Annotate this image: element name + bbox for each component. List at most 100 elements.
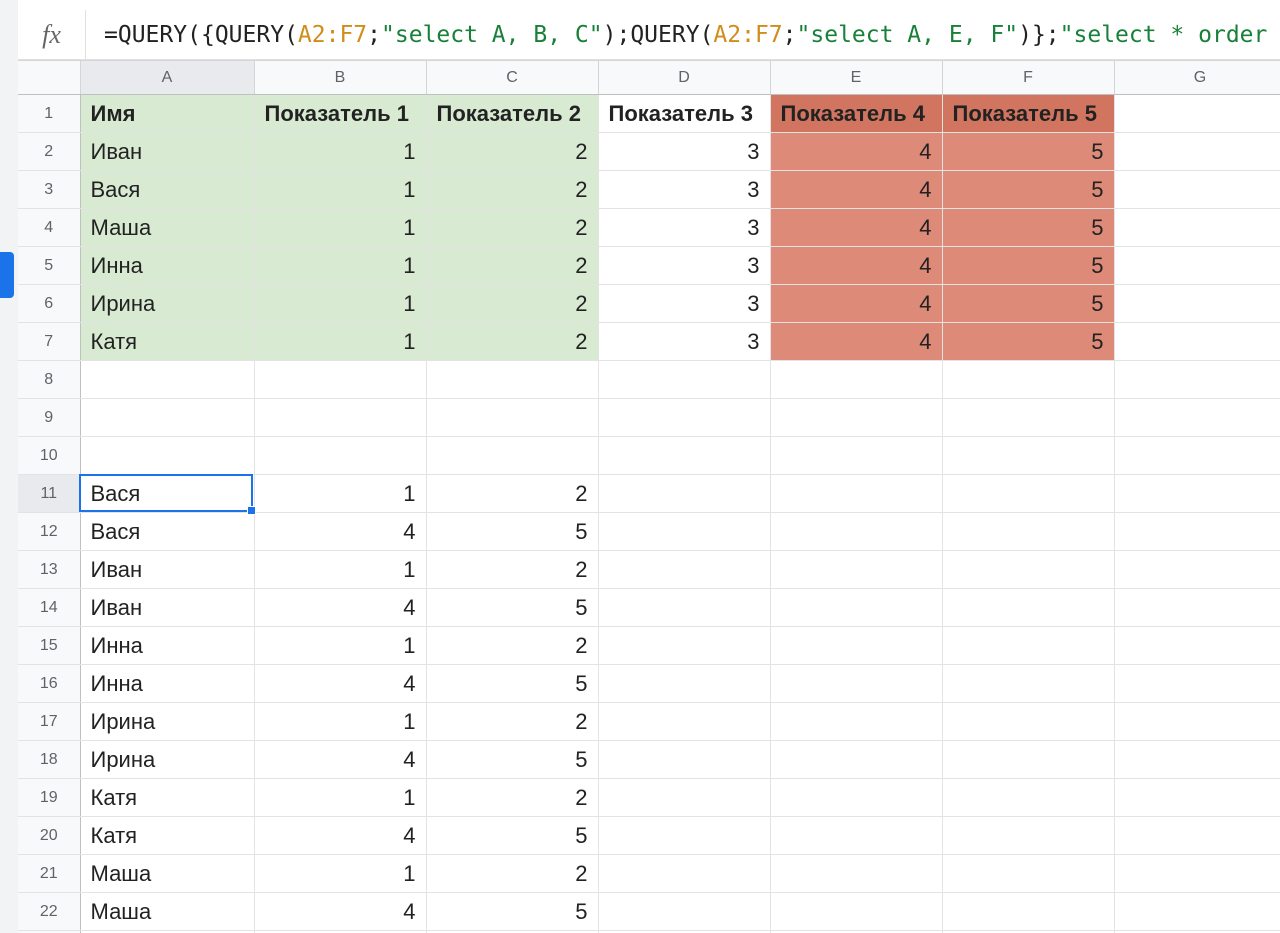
cell-D20[interactable] <box>598 817 770 855</box>
cell-B15[interactable]: 1 <box>254 627 426 665</box>
cell-G7[interactable] <box>1114 323 1280 361</box>
row-header-7[interactable]: 7 <box>18 323 80 361</box>
cell-D7[interactable]: 3 <box>598 323 770 361</box>
cell-D15[interactable] <box>598 627 770 665</box>
cell-F9[interactable] <box>942 399 1114 437</box>
cell-G1[interactable] <box>1114 95 1280 133</box>
cell-B2[interactable]: 1 <box>254 133 426 171</box>
cell-G8[interactable] <box>1114 361 1280 399</box>
cell-D5[interactable]: 3 <box>598 247 770 285</box>
row-12[interactable]: 12Вася45 <box>18 513 1280 551</box>
cell-B6[interactable]: 1 <box>254 285 426 323</box>
cell-G14[interactable] <box>1114 589 1280 627</box>
cell-E14[interactable] <box>770 589 942 627</box>
cell-B8[interactable] <box>254 361 426 399</box>
row-1[interactable]: 1ИмяПоказатель 1Показатель 2Показатель 3… <box>18 95 1280 133</box>
column-header-B[interactable]: B <box>254 61 426 95</box>
row-header-13[interactable]: 13 <box>18 551 80 589</box>
row-header-19[interactable]: 19 <box>18 779 80 817</box>
cell-F5[interactable]: 5 <box>942 247 1114 285</box>
cell-D14[interactable] <box>598 589 770 627</box>
cell-D22[interactable] <box>598 893 770 931</box>
cell-G13[interactable] <box>1114 551 1280 589</box>
cell-A14[interactable]: Иван <box>80 589 254 627</box>
cell-D1[interactable]: Показатель 3 <box>598 95 770 133</box>
row-header-11[interactable]: 11 <box>18 475 80 513</box>
cell-A21[interactable]: Маша <box>80 855 254 893</box>
cell-C8[interactable] <box>426 361 598 399</box>
cell-F1[interactable]: Показатель 5 <box>942 95 1114 133</box>
cell-F18[interactable] <box>942 741 1114 779</box>
cell-A13[interactable]: Иван <box>80 551 254 589</box>
cell-E9[interactable] <box>770 399 942 437</box>
cell-B17[interactable]: 1 <box>254 703 426 741</box>
cell-G11[interactable] <box>1114 475 1280 513</box>
row-21[interactable]: 21Маша12 <box>18 855 1280 893</box>
cell-E20[interactable] <box>770 817 942 855</box>
cell-E4[interactable]: 4 <box>770 209 942 247</box>
cell-B5[interactable]: 1 <box>254 247 426 285</box>
cell-E3[interactable]: 4 <box>770 171 942 209</box>
cell-E15[interactable] <box>770 627 942 665</box>
column-header-D[interactable]: D <box>598 61 770 95</box>
row-14[interactable]: 14Иван45 <box>18 589 1280 627</box>
cell-E6[interactable]: 4 <box>770 285 942 323</box>
row-header-16[interactable]: 16 <box>18 665 80 703</box>
cell-B16[interactable]: 4 <box>254 665 426 703</box>
cell-A15[interactable]: Инна <box>80 627 254 665</box>
cell-B14[interactable]: 4 <box>254 589 426 627</box>
cell-A8[interactable] <box>80 361 254 399</box>
row-19[interactable]: 19Катя12 <box>18 779 1280 817</box>
row-16[interactable]: 16Инна45 <box>18 665 1280 703</box>
cell-B10[interactable] <box>254 437 426 475</box>
cell-B7[interactable]: 1 <box>254 323 426 361</box>
cell-A11[interactable]: Вася <box>80 475 254 513</box>
row-8[interactable]: 8 <box>18 361 1280 399</box>
cell-E5[interactable]: 4 <box>770 247 942 285</box>
cell-C17[interactable]: 2 <box>426 703 598 741</box>
row-10[interactable]: 10 <box>18 437 1280 475</box>
cell-D21[interactable] <box>598 855 770 893</box>
cell-G20[interactable] <box>1114 817 1280 855</box>
cell-D9[interactable] <box>598 399 770 437</box>
cell-A18[interactable]: Ирина <box>80 741 254 779</box>
cell-C10[interactable] <box>426 437 598 475</box>
column-header-F[interactable]: F <box>942 61 1114 95</box>
cell-C5[interactable]: 2 <box>426 247 598 285</box>
row-6[interactable]: 6Ирина12345 <box>18 285 1280 323</box>
cell-D4[interactable]: 3 <box>598 209 770 247</box>
cell-C22[interactable]: 5 <box>426 893 598 931</box>
cell-A12[interactable]: Вася <box>80 513 254 551</box>
cell-C15[interactable]: 2 <box>426 627 598 665</box>
cell-D16[interactable] <box>598 665 770 703</box>
cell-G18[interactable] <box>1114 741 1280 779</box>
cell-C21[interactable]: 2 <box>426 855 598 893</box>
cell-F21[interactable] <box>942 855 1114 893</box>
cell-C3[interactable]: 2 <box>426 171 598 209</box>
formula-bar[interactable]: fx =QUERY({QUERY(A2:F7;"select A, B, C")… <box>18 10 1280 60</box>
cell-G10[interactable] <box>1114 437 1280 475</box>
cell-D2[interactable]: 3 <box>598 133 770 171</box>
row-header-2[interactable]: 2 <box>18 133 80 171</box>
cell-D13[interactable] <box>598 551 770 589</box>
cell-F17[interactable] <box>942 703 1114 741</box>
cell-G22[interactable] <box>1114 893 1280 931</box>
cell-G17[interactable] <box>1114 703 1280 741</box>
cell-A22[interactable]: Маша <box>80 893 254 931</box>
cell-B11[interactable]: 1 <box>254 475 426 513</box>
cell-B13[interactable]: 1 <box>254 551 426 589</box>
cell-D11[interactable] <box>598 475 770 513</box>
cell-F16[interactable] <box>942 665 1114 703</box>
cell-A10[interactable] <box>80 437 254 475</box>
cell-C1[interactable]: Показатель 2 <box>426 95 598 133</box>
cell-F10[interactable] <box>942 437 1114 475</box>
cell-E8[interactable] <box>770 361 942 399</box>
cell-C20[interactable]: 5 <box>426 817 598 855</box>
cell-D6[interactable]: 3 <box>598 285 770 323</box>
row-13[interactable]: 13Иван12 <box>18 551 1280 589</box>
cell-B9[interactable] <box>254 399 426 437</box>
cell-A4[interactable]: Маша <box>80 209 254 247</box>
row-22[interactable]: 22Маша45 <box>18 893 1280 931</box>
cell-D10[interactable] <box>598 437 770 475</box>
cell-E17[interactable] <box>770 703 942 741</box>
